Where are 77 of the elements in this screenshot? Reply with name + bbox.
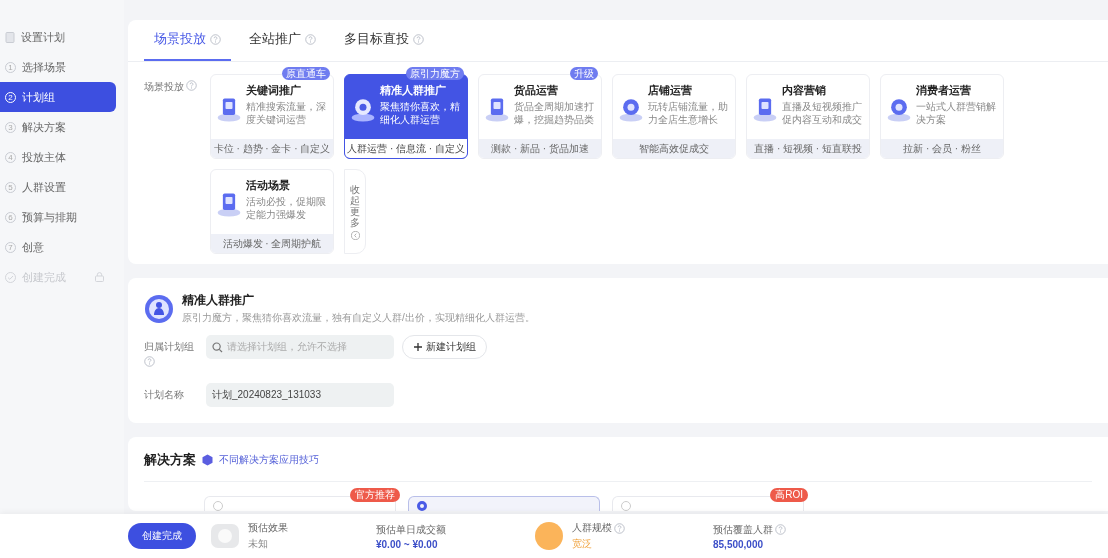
card-title: 精准人群推广 (380, 83, 447, 98)
plus-icon (413, 342, 423, 352)
plan-title: 精准人群推广 (182, 292, 255, 309)
card-title: 消费者运营 (916, 83, 972, 98)
search-icon (212, 341, 223, 353)
help-icon[interactable] (413, 33, 424, 45)
help-icon[interactable] (144, 356, 155, 367)
card-description: 聚焦猜你喜欢，精细化人群运营 (380, 100, 461, 126)
card-description: 货品全周期加速打爆，挖掘趋势品类 (514, 100, 595, 126)
stat-label: 预估单日成交额 (376, 522, 446, 537)
scene-card[interactable]: 内容营销 直播及短视频推广促内容互动和成交 直播 · 短视频 · 短直联投 (746, 74, 870, 159)
scene-card[interactable]: 消费者运营 一站式人群营销解决方案 拉新 · 会员 · 粉丝 (880, 74, 1004, 159)
collapse-button[interactable]: 收起更多 (344, 169, 366, 254)
field-label: 计划名称 (144, 388, 185, 402)
check-circle-icon (5, 271, 16, 283)
option-badge: 高ROI (770, 488, 808, 502)
card-tags: 拉新 · 会员 · 粉丝 (881, 139, 1003, 158)
card-title: 内容营销 (782, 83, 827, 98)
new-group-button[interactable]: 新建计划组 (402, 335, 487, 359)
card-title: 活动场景 (246, 178, 291, 193)
section-title: 解决方案 (144, 451, 196, 469)
stat-value: ¥0.00 ~ ¥0.00 (376, 538, 439, 550)
card-tags: 人群运营 · 信息流 · 自定义 (345, 139, 467, 158)
sidebar-item[interactable]: 设置计划 (0, 22, 116, 52)
crowd-scale-icon (534, 521, 564, 551)
card-tags: 智能高效促成交 (613, 139, 735, 158)
stat-label: 预估效果 (248, 521, 288, 535)
card-title: 店铺运营 (648, 83, 693, 98)
input-field[interactable]: 计划_20240823_131033 (206, 383, 394, 407)
sidebar-item[interactable]: 4 投放主体 (0, 142, 116, 172)
card-tags: 卡位 · 趋势 · 金卡 · 自定义 (211, 139, 333, 158)
face-icon (210, 523, 240, 549)
sidebar-item[interactable]: 2 计划组 (0, 82, 116, 112)
help-icon[interactable] (614, 522, 625, 534)
card-tags: 测款 · 新品 · 货品加速 (479, 139, 601, 158)
sidebar-item[interactable]: 3 解决方案 (0, 112, 116, 142)
tab[interactable]: 多目标直投 (334, 20, 434, 61)
card-badge: 原引力魔方 (406, 67, 464, 80)
card-description: 精准搜索流量，深度关键词运营 (246, 100, 327, 126)
card-description: 活动必投，促期限定能力强爆发 (246, 195, 327, 221)
card-description: 一站式人群营销解决方案 (916, 100, 997, 126)
card-tags: 活动爆发 · 全周期护航 (211, 234, 333, 253)
option-badge: 官方推荐 (350, 488, 400, 502)
plan-description: 原引力魔方，聚焦猜你喜欢流量，独有自定义人群/出价，实现精细化人群运营。 (182, 311, 535, 325)
card-description: 直播及短视频推广促内容互动和成交 (782, 100, 863, 126)
document-icon (5, 31, 15, 43)
card-badge: 原直通车 (282, 67, 330, 80)
tab[interactable]: 全站推广 (239, 20, 326, 61)
help-icon[interactable] (186, 80, 197, 91)
lock-icon (95, 272, 104, 282)
stat-value: 85,500,000 (713, 538, 765, 550)
sidebar-item[interactable]: 1 选择场景 (0, 52, 116, 82)
crowd-icon (144, 293, 174, 324)
stat-label: 预估覆盖人群 (713, 522, 773, 537)
sidebar-item[interactable]: 7 创意 (0, 232, 116, 262)
card-tags: 直播 · 短视频 · 短直联投 (747, 139, 869, 158)
solution-option[interactable] (408, 496, 600, 511)
help-icon[interactable] (210, 33, 221, 45)
chevron-left-icon (350, 230, 360, 240)
tab[interactable]: 场景投放 (144, 20, 231, 61)
card-description: 玩转店铺流量，助力全店生意增长 (648, 100, 729, 126)
stat-value: 宽泛 (572, 537, 593, 551)
help-icon[interactable] (775, 524, 786, 535)
scene-card[interactable]: 活动场景 活动必投，促期限定能力强爆发 活动爆发 · 全周期护航 (210, 169, 334, 254)
tips-link[interactable]: 不同解决方案应用技巧 (219, 453, 319, 467)
field-label: 场景投放 (144, 80, 184, 94)
sidebar-item[interactable]: 6 预算与排期 (0, 202, 116, 232)
field-label: 归属计划组 (144, 340, 195, 354)
stat-label: 人群规模 (572, 521, 612, 535)
create-button[interactable]: 创建完成 (128, 523, 196, 549)
scene-card[interactable]: 店铺运营 玩转店铺流量，助力全店生意增长 智能高效促成交 (612, 74, 736, 159)
help-icon[interactable] (305, 33, 316, 45)
stat-value: 未知 (248, 537, 269, 551)
card-title: 货品运营 (514, 83, 559, 98)
card-badge: 升级 (570, 67, 598, 80)
card-title: 关键词推广 (246, 83, 302, 98)
sidebar-item[interactable]: 5 人群设置 (0, 172, 116, 202)
